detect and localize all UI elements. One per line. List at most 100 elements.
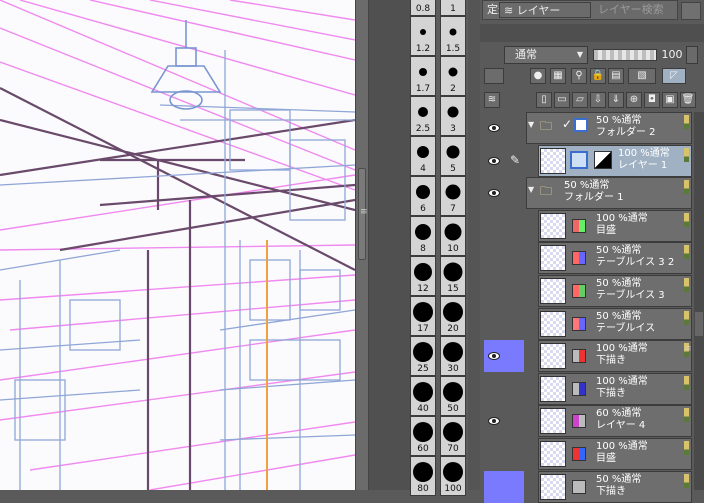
trash-icon[interactable]: 🗑 [680, 92, 696, 108]
layer-lock-toggle[interactable] [506, 308, 524, 340]
pencil-icon [684, 408, 689, 422]
reference-icon[interactable]: ⚲ [571, 68, 587, 84]
resize-grip[interactable]: ≡ [358, 168, 368, 260]
brush-dot-icon [443, 302, 463, 322]
brush-size-cell[interactable]: 1 [440, 0, 466, 16]
brush-size-cell[interactable]: 30 [440, 336, 466, 376]
brush-size-cell[interactable]: 1.5 [440, 16, 466, 56]
brush-size-cell[interactable]: 12 [410, 256, 436, 296]
opacity-slider[interactable] [593, 49, 657, 61]
brush-size-cell[interactable]: 3 [440, 96, 466, 136]
layer-visibility-toggle[interactable] [482, 177, 506, 209]
opacity-spinner[interactable] [686, 46, 698, 64]
opacity-value[interactable]: 100 [659, 46, 685, 64]
layer-name-label: テーブルイス [596, 323, 656, 334]
eye-icon [488, 352, 500, 360]
layer-lock-toggle[interactable] [506, 242, 524, 274]
brush-size-palette: 0.8 1 1.2 1.5 1.7 2 2.5 3 4 5 6 7 8 10 12 15 17 20 25 30 40 5… [410, 0, 468, 496]
layer-visibility-toggle[interactable] [482, 405, 506, 437]
merge-icon[interactable]: ⇓ [608, 92, 624, 108]
layer-thumbnail [540, 441, 566, 467]
layer-lock-toggle[interactable] [506, 373, 524, 405]
layer-type-icon [572, 447, 586, 461]
pencil-icon [684, 311, 689, 325]
layer-lock-toggle[interactable] [506, 340, 524, 372]
pencil-icon [684, 245, 689, 259]
brush-size-cell[interactable]: 8 [410, 216, 436, 256]
brush-size-cell[interactable]: 20 [440, 296, 466, 336]
blend-mode-select[interactable]: 通常 ▼ [504, 46, 588, 64]
layer-color-button[interactable] [484, 68, 504, 84]
layer-lock-toggle[interactable] [506, 275, 524, 307]
layer-visibility-toggle[interactable] [482, 145, 506, 177]
layer-lock-toggle[interactable] [506, 438, 524, 470]
brush-size-cell[interactable]: 4 [410, 136, 436, 176]
layer-name-label: テーブルイス 3 [596, 290, 665, 301]
layer-property-icon[interactable]: ≋ [484, 92, 500, 108]
brush-dot-icon [445, 184, 461, 200]
resize-grip-right[interactable]: ≡ [684, 344, 692, 354]
brush-size-cell[interactable]: 50 [440, 376, 466, 416]
brush-size-label: 15 [447, 284, 459, 294]
brush-size-cell[interactable]: 6 [410, 176, 436, 216]
brush-dot-icon [449, 28, 457, 36]
brush-size-cell[interactable]: 15 [440, 256, 466, 296]
folder-expand-icon[interactable]: ▼ [528, 185, 534, 194]
layer-visibility-toggle[interactable] [482, 471, 506, 503]
brush-size-cell[interactable]: 0.8 [410, 0, 436, 16]
layer-lock-toggle[interactable] [506, 177, 524, 209]
brush-size-cell[interactable]: 80 [410, 456, 436, 496]
lock-icon[interactable]: 🔒 [590, 68, 606, 84]
draft-layer-icon[interactable]: ▧ [628, 68, 656, 84]
drawing-canvas[interactable] [0, 0, 355, 490]
layer-lock-toggle[interactable] [506, 405, 524, 437]
new-folder-icon[interactable]: ▱ [572, 92, 588, 108]
folder-expand-icon[interactable]: ▼ [528, 120, 534, 129]
mask-icon[interactable]: ● [530, 68, 546, 84]
new-raster-layer-icon[interactable]: ▯ [536, 92, 552, 108]
brush-size-cell[interactable]: 40 [410, 376, 436, 416]
transfer-down-icon[interactable]: ⇩ [590, 92, 606, 108]
brush-size-cell[interactable]: 2 [440, 56, 466, 96]
layer-lock-toggle[interactable] [506, 210, 524, 242]
scrollbar-thumb[interactable] [695, 312, 703, 336]
layer-mode-label: 50 %通常 [596, 278, 642, 289]
brush-size-cell[interactable]: 5 [440, 136, 466, 176]
layer-type-icon [572, 219, 586, 233]
brush-size-cell[interactable]: 2.5 [410, 96, 436, 136]
layer-visibility-toggle[interactable] [482, 112, 506, 144]
layer-visibility-toggle[interactable] [482, 373, 506, 405]
canvas-divider[interactable]: ≡ [355, 0, 369, 490]
brush-size-cell[interactable]: 60 [410, 416, 436, 456]
layer-visibility-toggle[interactable] [482, 242, 506, 274]
layer-lock-toggle[interactable] [506, 471, 524, 503]
brush-size-cell[interactable]: 1.7 [410, 56, 436, 96]
tab-layer-search[interactable]: レイヤー検索 [594, 2, 686, 18]
brush-size-label: 1.7 [415, 84, 431, 94]
layer-list-scrollbar[interactable] [694, 112, 704, 490]
layer-thumbnail [540, 376, 566, 402]
clip-icon[interactable]: ▤ [608, 68, 624, 84]
lock-transparency-icon[interactable]: ▦ [550, 68, 566, 84]
ruler-toggle-icon[interactable]: ◸ [662, 68, 686, 84]
brush-size-cell[interactable]: 25 [410, 336, 436, 376]
tab-layer[interactable]: ≋ レイヤー [499, 2, 591, 18]
layer-visibility-toggle[interactable] [482, 340, 506, 372]
apply-mask-icon[interactable]: ▣ [662, 92, 678, 108]
brush-size-cell[interactable]: 70 [440, 416, 466, 456]
brush-size-cell[interactable]: 10 [440, 216, 466, 256]
brush-size-cell[interactable]: 100 [440, 456, 466, 496]
combine-icon[interactable]: ⊕ [626, 92, 642, 108]
layer-type-icon [572, 480, 586, 494]
new-vector-layer-icon[interactable]: ▭ [554, 92, 570, 108]
layer-visibility-toggle[interactable] [482, 275, 506, 307]
brush-size-cell[interactable]: 7 [440, 176, 466, 216]
layer-lock-toggle[interactable] [506, 112, 524, 144]
layer-visibility-toggle[interactable] [482, 308, 506, 340]
layer-visibility-toggle[interactable] [482, 210, 506, 242]
brush-size-cell[interactable]: 17 [410, 296, 436, 336]
layer-visibility-toggle[interactable] [482, 438, 506, 470]
brush-size-cell[interactable]: 1.2 [410, 16, 436, 56]
layer-mask-icon[interactable]: ◘ [644, 92, 660, 108]
layer-mode-label: 100 %通常 [596, 441, 648, 452]
